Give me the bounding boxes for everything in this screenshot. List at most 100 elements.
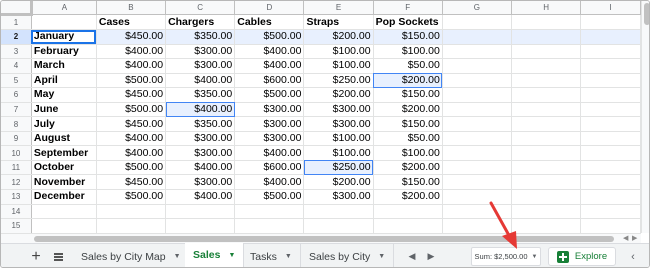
cell[interactable] — [511, 87, 582, 103]
row-header[interactable]: 1 — [1, 14, 32, 30]
cell[interactable]: $100.00 — [303, 145, 374, 161]
row-header[interactable]: 14 — [1, 204, 32, 220]
cell[interactable]: $400.00 — [165, 160, 236, 176]
cell[interactable]: $500.00 — [96, 73, 167, 89]
cell[interactable]: $400.00 — [234, 58, 305, 74]
column-header[interactable]: E — [303, 1, 374, 15]
row-header[interactable]: 8 — [1, 116, 32, 132]
cell[interactable] — [580, 73, 641, 89]
cell[interactable]: $500.00 — [234, 189, 305, 205]
horizontal-scroll-thumb[interactable] — [34, 236, 614, 242]
cell[interactable]: $200.00 — [373, 160, 443, 176]
cell[interactable] — [580, 14, 641, 30]
row-header[interactable]: 5 — [1, 73, 32, 89]
plus-icon[interactable]: + — [25, 244, 47, 267]
cell[interactable] — [580, 160, 641, 176]
column-header[interactable]: C — [165, 1, 236, 15]
cell[interactable]: $350.00 — [165, 87, 236, 103]
all-sheets-icon[interactable] — [49, 244, 67, 267]
cell[interactable]: May — [31, 87, 97, 103]
cell[interactable]: December — [31, 189, 97, 205]
cell[interactable] — [580, 87, 641, 103]
cell[interactable]: $300.00 — [234, 131, 305, 147]
cell[interactable]: July — [31, 116, 97, 132]
cell[interactable] — [511, 102, 582, 118]
cell[interactable] — [165, 218, 236, 234]
cell[interactable]: September — [31, 145, 97, 161]
cell[interactable] — [442, 116, 513, 132]
cell[interactable]: $400.00 — [165, 189, 236, 205]
cell[interactable]: $350.00 — [165, 29, 236, 45]
cell[interactable]: Pop Sockets — [373, 14, 443, 30]
cell[interactable] — [442, 29, 513, 45]
column-header[interactable]: D — [234, 1, 305, 15]
cell[interactable]: $300.00 — [303, 116, 374, 132]
cell[interactable]: $100.00 — [303, 44, 374, 60]
explore-button[interactable]: Explore — [548, 247, 616, 266]
cell[interactable]: $250.00 — [303, 73, 374, 89]
cell[interactable]: $150.00 — [373, 87, 443, 103]
cell[interactable]: $300.00 — [165, 131, 236, 147]
cell[interactable] — [303, 218, 374, 234]
cell[interactable] — [511, 58, 582, 74]
cell[interactable]: $200.00 — [303, 174, 374, 191]
cell[interactable]: November — [31, 174, 97, 191]
chevron-down-icon[interactable]: ▼ — [285, 253, 292, 260]
cell[interactable]: $200.00 — [373, 189, 443, 205]
row-header[interactable]: 11 — [1, 160, 32, 176]
cell[interactable] — [511, 14, 582, 30]
cell[interactable] — [511, 116, 582, 132]
cell[interactable]: $450.00 — [96, 116, 167, 132]
column-header[interactable]: B — [96, 1, 167, 15]
column-header[interactable]: H — [511, 1, 582, 15]
cell[interactable] — [511, 174, 582, 191]
cell[interactable] — [580, 102, 641, 118]
row-header[interactable]: 13 — [1, 189, 32, 205]
cell[interactable] — [442, 145, 513, 161]
cell[interactable]: $500.00 — [96, 189, 167, 205]
row-header[interactable]: 3 — [1, 44, 32, 60]
cell[interactable]: $600.00 — [234, 73, 305, 89]
cell[interactable]: $300.00 — [165, 145, 236, 161]
cell[interactable]: Cases — [96, 14, 167, 30]
cell[interactable] — [442, 87, 513, 103]
selected-cell[interactable]: $250.00 — [303, 160, 374, 176]
cell[interactable]: $300.00 — [303, 102, 374, 118]
cell[interactable]: $100.00 — [303, 58, 374, 74]
cell[interactable] — [580, 174, 641, 191]
cell[interactable]: $300.00 — [234, 102, 305, 118]
column-header[interactable]: A — [31, 1, 97, 15]
selected-cell[interactable]: $400.00 — [165, 102, 236, 118]
cell[interactable]: $150.00 — [373, 174, 443, 191]
cell[interactable] — [96, 218, 167, 234]
column-header[interactable]: I — [580, 1, 641, 15]
cell[interactable] — [442, 102, 513, 118]
cell[interactable] — [580, 29, 641, 45]
cell[interactable]: $200.00 — [303, 29, 374, 45]
cell[interactable]: $150.00 — [373, 29, 443, 45]
cell[interactable] — [373, 218, 443, 234]
cell[interactable]: $200.00 — [303, 87, 374, 103]
row-header[interactable]: 2 — [1, 29, 32, 45]
cell[interactable]: $450.00 — [96, 87, 167, 103]
row-header[interactable]: 7 — [1, 102, 32, 118]
tab-sales-by-city-map[interactable]: Sales by City Map ▼ — [73, 244, 190, 267]
cell[interactable]: $400.00 — [96, 145, 167, 161]
tab-sales-by-city[interactable]: Sales by City ▼ — [301, 244, 395, 267]
cell[interactable]: $100.00 — [373, 44, 443, 60]
cell[interactable] — [511, 29, 582, 45]
cell[interactable] — [165, 204, 236, 220]
chevron-right-icon[interactable]: ▶ — [423, 244, 439, 267]
cell[interactable]: $450.00 — [96, 174, 167, 191]
cell[interactable]: April — [31, 73, 97, 89]
cell[interactable]: $400.00 — [234, 145, 305, 161]
cell[interactable]: $300.00 — [303, 189, 374, 205]
chevron-left-icon[interactable]: ‹ — [623, 244, 643, 267]
cell[interactable] — [580, 131, 641, 147]
column-header[interactable]: F — [373, 1, 443, 15]
cell[interactable]: $50.00 — [373, 58, 443, 74]
chevron-down-icon[interactable]: ▼ — [228, 252, 235, 259]
cell[interactable] — [580, 204, 641, 220]
cell[interactable]: $400.00 — [234, 174, 305, 191]
cell[interactable]: $400.00 — [234, 44, 305, 60]
